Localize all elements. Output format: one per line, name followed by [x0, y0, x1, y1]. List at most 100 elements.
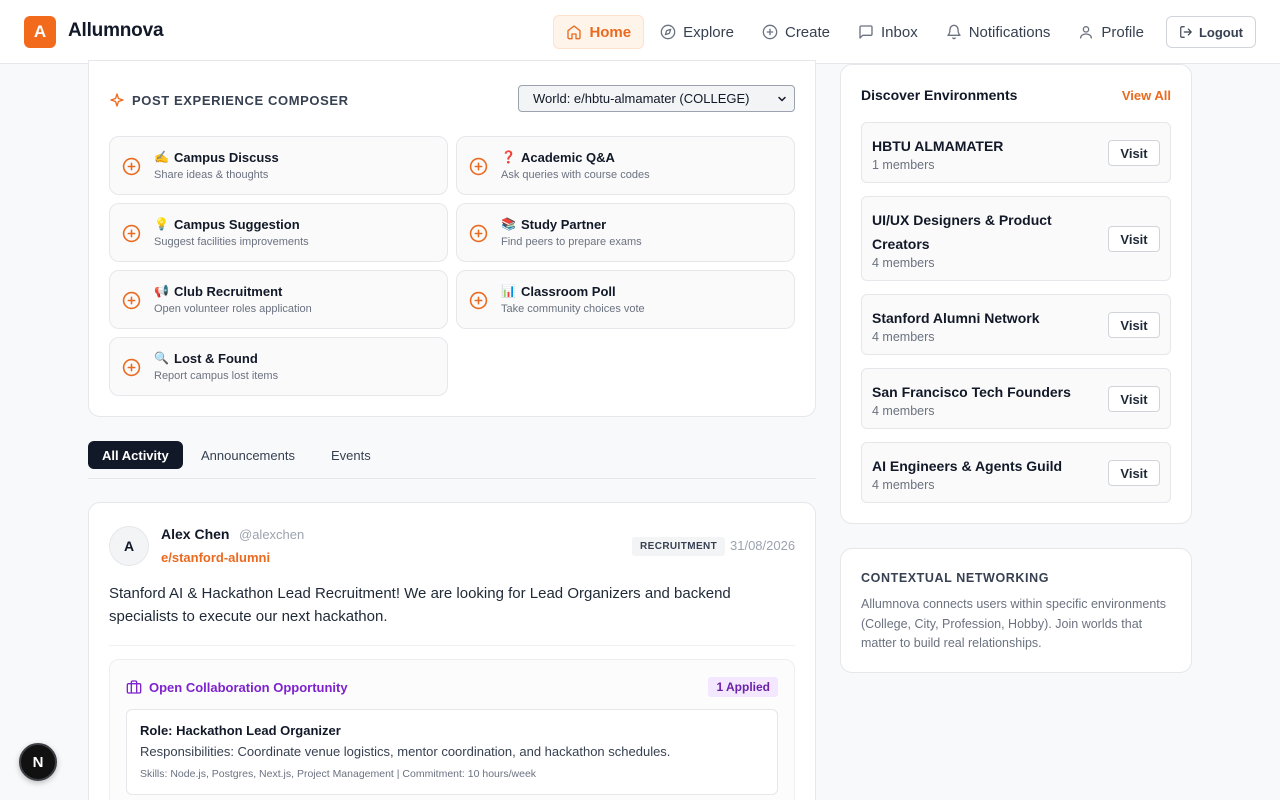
composer-option-classroom-poll[interactable]: 📊 Classroom Poll Take community choices …: [456, 270, 795, 329]
role-details[interactable]: Role: Hackathon Lead Organizer Responsib…: [126, 709, 778, 795]
plus-circle-icon: [469, 224, 488, 243]
nav-item-explore[interactable]: Explore: [648, 15, 746, 49]
visit-button[interactable]: Visit: [1108, 226, 1160, 252]
contextual-body: Allumnova connects users within specific…: [861, 597, 1166, 650]
composer-option-academic-qa[interactable]: ❓ Academic Q&A Ask queries with course c…: [456, 136, 795, 195]
composer-option-club-recruitment[interactable]: 📢 Club Recruitment Open volunteer roles …: [109, 270, 448, 329]
role-skills: Skills: Node.js, Postgres, Next.js, Proj…: [140, 768, 537, 780]
plus-circle-icon: [122, 224, 141, 243]
avatar[interactable]: A: [109, 526, 149, 566]
option-subtitle: Take community choices vote: [501, 303, 645, 315]
role-responsibilities: Responsibilities: Coordinate venue logis…: [140, 744, 671, 759]
tab-events[interactable]: Events: [317, 441, 385, 469]
visit-button[interactable]: Visit: [1108, 386, 1160, 412]
environment-name: UI/UX Designers & Product Creators: [872, 212, 1052, 252]
composer-option-campus-discuss[interactable]: ✍️ Campus Discuss Share ideas & thoughts: [109, 136, 448, 195]
brand-logo[interactable]: A: [24, 16, 56, 48]
logout-label: Logout: [1198, 24, 1243, 40]
plus-circle-icon: [469, 291, 488, 310]
nav-item-label: Notifications: [968, 23, 1051, 41]
environment-item[interactable]: HBTU ALMAMATER 1 members Visit: [861, 122, 1171, 183]
post-author-handle: @alexchen: [239, 527, 305, 542]
nav-item-home[interactable]: Home: [553, 15, 645, 49]
post-body: Stanford AI & Hackathon Lead Recruitment…: [109, 585, 731, 625]
environment-members: 4 members: [872, 256, 935, 270]
collaboration-card: Open Collaboration Opportunity 1 Applied…: [109, 659, 795, 800]
world-select[interactable]: World: e/hbtu-almamater (COLLEGE): [518, 85, 795, 112]
status-badge: RECRUITMENT: [632, 537, 726, 556]
environment-name: HBTU ALMAMATER: [872, 138, 1004, 154]
plus-circle-icon: [122, 157, 141, 176]
user-icon: [1080, 26, 1093, 39]
nav-item-label: Inbox: [881, 23, 918, 41]
nav-item-notifications[interactable]: Notifications: [934, 15, 1063, 49]
environment-name: Stanford Alumni Network: [872, 310, 1040, 326]
composer-option-study-partner[interactable]: 📚 Study Partner Find peers to prepare ex…: [456, 203, 795, 262]
environment-members: 4 members: [872, 404, 935, 418]
chevron-down-icon: [778, 96, 786, 102]
environment-members: 4 members: [872, 330, 935, 344]
tab-announcements[interactable]: Announcements: [187, 441, 309, 469]
plus-circle-icon: [469, 157, 488, 176]
post-author-name[interactable]: Alex Chen: [161, 526, 229, 542]
world-select-value: World: e/hbtu-almamater (COLLEGE): [533, 91, 750, 106]
visit-button[interactable]: Visit: [1108, 312, 1160, 338]
option-subtitle: Report campus lost items: [154, 370, 279, 382]
logout-button[interactable]: Logout: [1165, 16, 1256, 48]
nav-item-label: Explore: [683, 23, 734, 41]
environment-name: San Francisco Tech Founders: [872, 384, 1071, 400]
plus-circle-icon: [122, 291, 141, 310]
composer-title-text: POST EXPERIENCE COMPOSER: [132, 92, 349, 108]
brand-name[interactable]: Allumnova: [68, 20, 164, 42]
contextual-networking-card: CONTEXTUAL NETWORKING Allumnova connects…: [840, 548, 1192, 673]
post-date: 31/08/2026: [730, 538, 796, 553]
plus-circle-icon: [122, 358, 141, 377]
magnifier-icon: 🔍: [154, 351, 169, 365]
environment-item[interactable]: San Francisco Tech Founders 4 members Vi…: [861, 368, 1171, 429]
composer-option-lost-found[interactable]: 🔍 Lost & Found Report campus lost items: [109, 337, 448, 396]
option-subtitle: Find peers to prepare exams: [501, 236, 642, 248]
bell-icon: [947, 24, 961, 40]
option-subtitle: Open volunteer roles application: [154, 303, 312, 315]
nav-item-inbox[interactable]: Inbox: [846, 15, 930, 49]
nav-item-label: Home: [589, 23, 632, 41]
composer-option-campus-suggestion[interactable]: 💡 Campus Suggestion Suggest facilities i…: [109, 203, 448, 262]
option-subtitle: Suggest facilities improvements: [154, 236, 309, 248]
books-icon: 📚: [501, 217, 516, 231]
plus-circle-icon: [762, 24, 778, 40]
environment-members: 1 members: [872, 158, 935, 172]
post-composer-card: POST EXPERIENCE COMPOSER World: e/hbtu-a…: [88, 60, 816, 417]
option-title: Classroom Poll: [521, 284, 616, 299]
option-title: Lost & Found: [174, 351, 258, 366]
nav-item-label: Profile: [1101, 23, 1144, 41]
environment-item[interactable]: AI Engineers & Agents Guild 4 members Vi…: [861, 442, 1171, 503]
option-title: Club Recruitment: [174, 284, 283, 299]
megaphone-icon: 📢: [154, 284, 169, 298]
collaboration-title: Open Collaboration Opportunity: [126, 679, 348, 695]
option-title: Campus Suggestion: [174, 217, 300, 232]
environment-item[interactable]: UI/UX Designers & Product Creators 4 mem…: [861, 196, 1171, 281]
tab-all-activity[interactable]: All Activity: [88, 441, 183, 469]
composer-title: POST EXPERIENCE COMPOSER: [109, 92, 349, 108]
light-bulb-icon: 💡: [154, 217, 169, 231]
visit-button[interactable]: Visit: [1108, 460, 1160, 486]
compass-icon: [660, 24, 676, 40]
top-navbar: A Allumnova Home Explore Create Inbox No…: [0, 0, 1280, 64]
bar-chart-icon: 📊: [501, 284, 516, 298]
contextual-title: CONTEXTUAL NETWORKING: [861, 571, 1050, 585]
nav-item-create[interactable]: Create: [750, 15, 842, 49]
home-icon: [567, 25, 582, 40]
environment-item[interactable]: Stanford Alumni Network 4 members Visit: [861, 294, 1171, 355]
logout-icon: [1180, 26, 1192, 38]
post-environment-link[interactable]: e/stanford-alumni: [161, 550, 270, 565]
briefcase-icon: [126, 680, 142, 694]
nav-item-profile[interactable]: Profile: [1066, 15, 1156, 49]
option-title: Study Partner: [521, 217, 607, 232]
collaboration-title-text: Open Collaboration Opportunity: [149, 679, 348, 695]
nav-item-label: Create: [784, 23, 831, 41]
divider: [109, 645, 795, 646]
visit-button[interactable]: Visit: [1108, 140, 1160, 166]
view-all-link[interactable]: View All: [1122, 88, 1171, 103]
discover-title: Discover Environments: [861, 87, 1018, 103]
devtools-button[interactable]: N: [19, 743, 57, 781]
